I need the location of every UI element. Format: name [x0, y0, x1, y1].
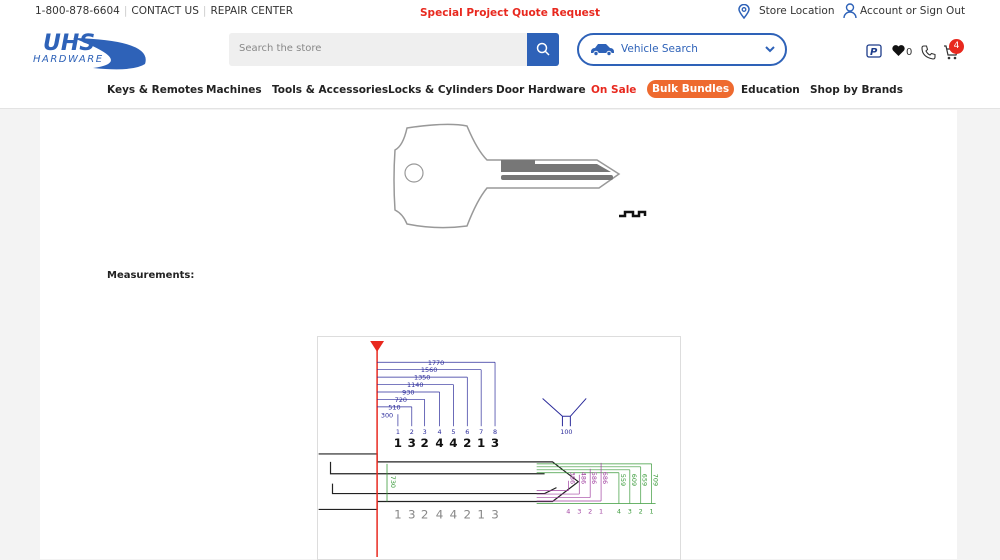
position-label: 1 [396, 428, 400, 436]
user-icon[interactable] [843, 3, 857, 18]
nav-on-sale[interactable]: On Sale [591, 84, 636, 96]
spacing-label: 510 [388, 403, 400, 411]
position-label: 8 [493, 428, 497, 436]
heart-icon[interactable] [892, 45, 905, 56]
cut-depth-bottom-label: 1 [477, 507, 485, 521]
cut-depth-bottom-label: 3 [491, 507, 499, 521]
position-label: 6 [465, 428, 469, 436]
spacing-label: 720 [395, 396, 407, 404]
wishlist-count: 0 [906, 47, 913, 58]
search-button[interactable] [527, 33, 559, 66]
spacing-label: 1560 [421, 366, 437, 374]
cut-depth-label: 3 [408, 436, 416, 450]
search-icon [536, 42, 550, 56]
green-position-label: 4 [617, 507, 621, 515]
green-position-label: 1 [650, 507, 654, 515]
nav-tools-accessories[interactable]: Tools & Accessories [272, 84, 388, 96]
cart-count-badge: 4 [949, 39, 964, 54]
key-measurement-diagram: 3001115102337203229304441140544135062215… [317, 336, 681, 560]
svg-text:P: P [870, 47, 878, 58]
green-depth-label: 609 [630, 474, 638, 486]
nav-shop-by-brands[interactable]: Shop by Brands [810, 84, 903, 96]
purple-position-label: 4 [566, 507, 570, 515]
nav-machines[interactable]: Machines [206, 84, 262, 96]
cut-depth-bottom-label: 1 [394, 507, 402, 521]
phone-icon[interactable] [921, 45, 936, 60]
spacing-label: 1350 [414, 374, 430, 382]
cut-angle-icon [542, 398, 587, 427]
nav-bulk-bundles[interactable]: Bulk Bundles [647, 80, 735, 98]
spacing-label: 930 [402, 388, 414, 396]
green-depth-label: 659 [641, 474, 649, 486]
cut-depth-label: 1 [394, 436, 402, 450]
cut-depth-bottom-label: 2 [421, 507, 429, 521]
account-link[interactable]: Account or Sign Out [860, 5, 965, 17]
svg-text:UHS: UHS [43, 31, 95, 56]
paypal-icon[interactable]: P [866, 44, 882, 58]
cut-depth-bottom-label: 4 [436, 507, 444, 521]
vehicle-search-dropdown[interactable]: Vehicle Search [577, 33, 787, 66]
green-depth-label: 559 [619, 474, 627, 486]
svg-text:HARDWARE: HARDWARE [33, 54, 104, 65]
purple-depth-label: 586 [590, 472, 598, 484]
position-label: 5 [451, 428, 455, 436]
chevron-down-icon [765, 46, 775, 53]
purple-depth-label: 686 [601, 472, 609, 484]
blade-groove [329, 461, 557, 495]
purple-depth-label: 386 [568, 472, 576, 484]
cut-depth-label: 2 [421, 436, 429, 450]
green-position-label: 3 [628, 507, 632, 515]
spacing-label: 1770 [428, 359, 444, 367]
shoulder-stop-marker [370, 340, 385, 352]
position-label: 2 [410, 428, 414, 436]
measurements-label: Measurements: [107, 270, 195, 281]
position-label: 7 [479, 428, 483, 436]
position-label: 4 [437, 428, 441, 436]
spacing-label: 300 [381, 411, 393, 419]
location-pin-icon[interactable] [738, 4, 750, 19]
cut-depth-bottom-label: 2 [464, 507, 472, 521]
purple-position-label: 1 [599, 507, 603, 515]
phone-link[interactable]: 1-800-878-6604 [35, 5, 120, 17]
search-input[interactable]: Search the store [229, 33, 559, 66]
top-links: 1-800-878-6604 | CONTACT US | REPAIR CENTER [35, 5, 294, 17]
purple-position-label: 3 [577, 507, 581, 515]
nav-keys-remotes[interactable]: Keys & Remotes [107, 84, 203, 96]
cut-width-label: 100 [560, 428, 572, 436]
spacing-label: 1140 [407, 381, 423, 389]
cut-depth-label: 4 [435, 436, 443, 450]
key-image [393, 123, 647, 229]
cut-depth-bottom-label: 3 [408, 507, 416, 521]
cut-depth-label: 4 [449, 436, 457, 450]
purple-position-label: 2 [588, 507, 592, 515]
cut-depth-label: 3 [491, 436, 499, 450]
nav-education[interactable]: Education [741, 84, 800, 96]
contact-link[interactable]: CONTACT US [131, 5, 198, 17]
cut-depth-label: 1 [477, 436, 485, 450]
cut-depth-bottom-label: 4 [450, 507, 458, 521]
store-location-link[interactable]: Store Location [759, 5, 835, 17]
purple-depth-label: 486 [579, 472, 587, 484]
cut-depth-label: 2 [463, 436, 471, 450]
green-depth-label: 709 [652, 474, 660, 486]
logo[interactable]: UHS HARDWARE [33, 28, 153, 72]
repair-link[interactable]: REPAIR CENTER [210, 5, 293, 17]
green-position-label: 2 [639, 507, 643, 515]
nav-locks-cylinders[interactable]: Locks & Cylinders [388, 84, 493, 96]
site-header: 1-800-878-6604 | CONTACT US | REPAIR CENTER … [0, 0, 1000, 109]
nav-door-hardware[interactable]: Door Hardware [496, 84, 586, 96]
car-icon [591, 44, 614, 56]
quote-request-link[interactable]: Special Project Quote Request [420, 7, 600, 19]
blade-width-label: 730 [389, 476, 397, 488]
position-label: 3 [423, 428, 427, 436]
product-content: Measurements: 300 1 1 1 510 2 3 3 720 3 2 2 930 4 4 4 11… [40, 110, 957, 560]
